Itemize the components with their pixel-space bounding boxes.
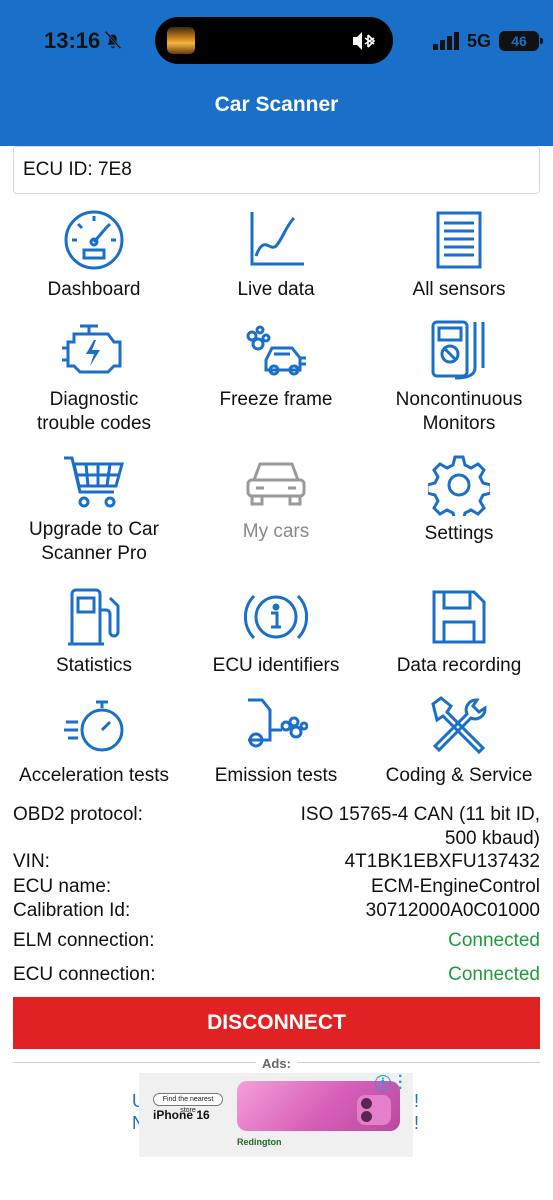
menu-all-sensors[interactable]: All sensors xyxy=(367,208,551,302)
menu-label: All sensors xyxy=(412,279,506,300)
menu-label: Emission tests xyxy=(214,765,338,786)
app-header: 13:16 5G 46 Car Scanner xyxy=(0,0,553,146)
menu-diagnostic-trouble-codes[interactable]: Diagnostic trouble codes xyxy=(2,318,186,436)
more-vertical-icon[interactable]: · · · xyxy=(398,1073,404,1097)
battery-icon: 46 xyxy=(499,31,543,51)
menu-label: Statistics xyxy=(55,655,133,676)
info-elm-connection: ELM connection: Connected xyxy=(13,929,540,953)
info-ecu-name: ECU name: ECM-EngineControl xyxy=(13,875,540,899)
shopping-cart-icon xyxy=(64,456,124,508)
menu-emission-tests[interactable]: Emission tests xyxy=(184,694,368,788)
status-time: 13:16 xyxy=(44,28,101,53)
fuel-pump-icon xyxy=(68,588,120,646)
stopwatch-icon xyxy=(64,700,124,752)
camera-module-image xyxy=(357,1095,391,1125)
menu-label: Upgrade to Car Scanner Pro xyxy=(29,519,159,564)
info-value: ECM-EngineControl xyxy=(371,876,540,897)
ad-info-icon[interactable]: i xyxy=(375,1075,391,1091)
floppy-disk-icon xyxy=(432,590,486,644)
status-right: 5G 46 xyxy=(432,28,543,54)
tools-icon xyxy=(431,696,487,755)
page-title: Car Scanner xyxy=(214,93,339,116)
bluetooth-icon xyxy=(353,32,376,50)
ad-footer-brand: Redington xyxy=(237,1137,282,1147)
menu-ecu-identifiers[interactable]: ECU identifiers xyxy=(184,586,368,678)
status-badge: Connected xyxy=(448,930,540,951)
info-label: ELM connection: xyxy=(13,930,155,951)
info-label: OBD2 protocol: xyxy=(13,804,143,825)
list-document-icon xyxy=(436,211,482,269)
menu-label: Noncontinuous Monitors xyxy=(395,389,523,434)
info-value: 30712000A0C01000 xyxy=(365,900,540,921)
multimeter-icon xyxy=(431,320,485,380)
signal-icon xyxy=(432,32,459,50)
menu-data-recording[interactable]: Data recording xyxy=(367,586,551,678)
info-label: ECU name: xyxy=(13,876,112,897)
menu-label: Freeze frame xyxy=(219,389,333,410)
menu-label: Data recording xyxy=(396,655,522,676)
info-label: Calibration Id: xyxy=(13,900,131,921)
menu-label: Settings xyxy=(424,523,494,544)
menu-acceleration-tests[interactable]: Acceleration tests xyxy=(2,698,186,788)
bell-slash-icon xyxy=(104,30,122,50)
info-value: 4T1BK1EBXFU137432 xyxy=(344,851,540,872)
info-ecu-connection: ECU connection: Connected xyxy=(13,963,540,987)
info-obd-protocol: OBD2 protocol: ISO 15765-4 CAN (11 bit I… xyxy=(13,803,540,851)
dynamic-island xyxy=(155,17,393,64)
disconnect-button[interactable]: DISCONNECT xyxy=(13,997,540,1049)
speedometer-icon xyxy=(64,210,124,270)
car-crash-icon xyxy=(246,325,306,376)
menu-settings[interactable]: Settings xyxy=(367,454,551,546)
menu-noncontinuous-monitors[interactable]: Noncontinuous Monitors xyxy=(367,318,551,436)
now-playing-thumbnail[interactable] xyxy=(167,27,195,54)
gear-icon xyxy=(428,455,490,516)
status-badge: Connected xyxy=(448,964,540,985)
exhaust-icon xyxy=(248,698,308,748)
info-label: VIN: xyxy=(13,851,50,872)
car-front-icon xyxy=(246,462,306,506)
ad-banner[interactable]: Find the nearest store iPhone 16 Redingt… xyxy=(139,1073,413,1157)
info-vin: VIN: 4T1BK1EBXFU137432 xyxy=(13,850,540,874)
ad-product-name: iPhone 16 xyxy=(153,1108,210,1122)
menu-dashboard[interactable]: Dashboard xyxy=(2,208,186,302)
ad-store-pill[interactable]: Find the nearest store xyxy=(153,1093,223,1114)
menu-upgrade-pro[interactable]: Upgrade to Car Scanner Pro xyxy=(2,454,186,566)
ad-edge-right: ! ! xyxy=(414,1091,420,1133)
info-icon xyxy=(244,594,308,640)
menu-label: Acceleration tests xyxy=(19,765,169,786)
menu-label: Coding & Service xyxy=(385,765,533,786)
info-calibration-id: Calibration Id: 30712000A0C01000 xyxy=(13,899,540,923)
menu-label: My cars xyxy=(242,521,310,542)
ads-label: Ads: xyxy=(0,1055,553,1073)
menu-label: Live data xyxy=(237,279,315,300)
info-label: ECU connection: xyxy=(13,964,156,985)
info-value: ISO 15765-4 CAN (11 bit ID, 500 kbaud) xyxy=(300,804,540,849)
menu-label: ECU identifiers xyxy=(212,655,340,676)
engine-icon xyxy=(62,324,122,374)
menu-my-cars[interactable]: My cars xyxy=(184,458,368,544)
menu-statistics[interactable]: Statistics xyxy=(2,586,186,678)
menu-live-data[interactable]: Live data xyxy=(184,208,368,302)
ecu-id-selector[interactable]: ECU ID: 7E8 xyxy=(13,146,540,194)
menu-coding-service[interactable]: Coding & Service xyxy=(367,694,551,788)
menu-label: Dashboard xyxy=(47,279,141,300)
menu-label: Diagnostic trouble codes xyxy=(36,389,152,434)
menu-freeze-frame[interactable]: Freeze frame xyxy=(184,318,368,412)
network-type: 5G xyxy=(466,30,491,51)
line-chart-icon xyxy=(250,212,304,266)
